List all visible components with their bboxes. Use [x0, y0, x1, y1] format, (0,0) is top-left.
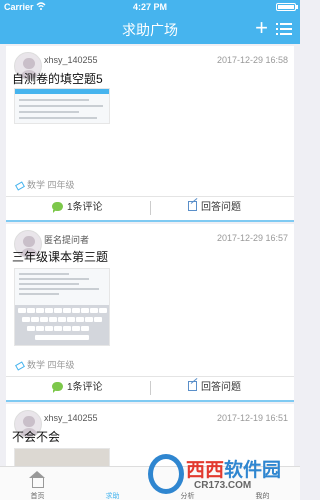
comment-icon — [52, 202, 63, 213]
tab-help[interactable]: 求助 — [75, 467, 150, 500]
question-image[interactable] — [14, 268, 110, 346]
answer-button[interactable]: 回答问题 — [188, 197, 241, 219]
home-icon — [28, 471, 46, 488]
post-time: 2017-12-19 16:51 — [216, 413, 288, 423]
watermark-brand-part: 西西 — [186, 460, 225, 481]
tab-label: 首页 — [30, 493, 45, 500]
watermark-logo-icon — [148, 454, 184, 494]
watermark-url: CR173.COM — [194, 480, 252, 491]
clock: 4:27 PM — [132, 2, 167, 12]
comments-label: 1条评论 — [67, 202, 103, 213]
subject-label: 数学 — [27, 180, 46, 190]
watermark: 西西软件园 CR173.COM — [146, 450, 300, 500]
question-image[interactable] — [14, 88, 110, 124]
question-card[interactable]: xhsy_140255 2017-12-29 16:58 自测卷的填空题5 数学… — [6, 46, 294, 220]
username: xhsy_140255 — [44, 55, 98, 65]
comments-button[interactable]: 1条评论 — [52, 197, 103, 219]
watermark-brand-part: 软件园 — [224, 460, 282, 481]
answer-label: 回答问题 — [201, 382, 241, 393]
question-title: 三年级课本第三题 — [12, 250, 109, 264]
username: 匿名提问者 — [44, 235, 90, 245]
tab-label: 求助 — [105, 493, 120, 500]
status-bar: Carrier 4:27 PM — [0, 0, 300, 14]
keyboard-preview — [15, 305, 109, 345]
add-question-button[interactable]: + — [255, 16, 268, 40]
question-title: 自测卷的填空题5 — [12, 72, 103, 86]
tag-icon — [15, 181, 25, 191]
tag-icon — [15, 361, 25, 371]
tab-home[interactable]: 首页 — [0, 467, 75, 500]
watermark-brand: 西西软件园 — [186, 455, 281, 482]
edit-icon — [188, 201, 197, 211]
grade-label: 四年级 — [47, 360, 75, 370]
card-separator — [6, 400, 294, 402]
card-actions: 1条评论 回答问题 — [6, 376, 294, 398]
divider — [150, 381, 151, 395]
answer-label: 回答问题 — [201, 202, 241, 213]
card-separator — [6, 220, 294, 222]
subject-tags: 数学 四年级 — [15, 178, 75, 191]
card-actions: 1条评论 回答问题 — [6, 196, 294, 218]
username: xhsy_140255 — [44, 413, 98, 423]
battery-tip-icon — [296, 5, 298, 9]
comments-label: 1条评论 — [67, 382, 103, 393]
comments-button[interactable]: 1条评论 — [52, 377, 103, 399]
divider — [150, 201, 151, 215]
subject-label: 数学 — [27, 360, 46, 370]
post-time: 2017-12-29 16:58 — [216, 55, 288, 65]
question-card[interactable]: 匿名提问者 2017-12-29 16:57 三年级课本第三题 数学 四年级 1… — [6, 224, 294, 400]
question-title: 不会不会 — [12, 430, 61, 444]
list-menu-icon[interactable] — [276, 22, 292, 36]
subject-tags: 数学 四年级 — [15, 358, 75, 371]
nav-bar: 求助广场 + — [0, 14, 300, 44]
comment-icon — [52, 382, 63, 393]
question-image[interactable] — [14, 448, 110, 466]
battery-icon — [276, 3, 296, 11]
answer-button[interactable]: 回答问题 — [188, 377, 241, 399]
question-feed[interactable]: xhsy_140255 2017-12-29 16:58 自测卷的填空题5 数学… — [0, 44, 300, 466]
post-time: 2017-12-29 16:57 — [216, 233, 288, 243]
edit-icon — [188, 381, 197, 391]
grade-label: 四年级 — [47, 180, 75, 190]
